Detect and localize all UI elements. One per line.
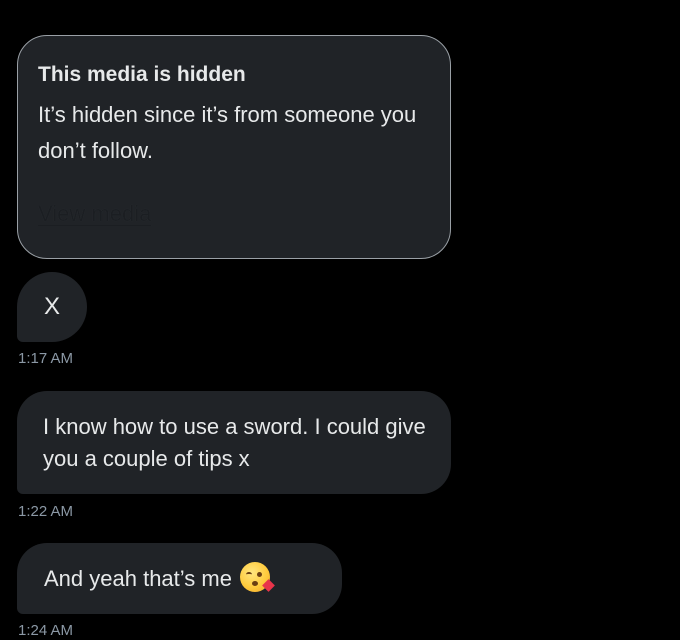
message-bubble[interactable]: And yeah that’s me [17,543,342,614]
hidden-media-description: It’s hidden since it’s from someone you … [38,102,417,163]
message-text: And yeah that’s me [44,566,232,591]
message-text: I know how to use a sword. I could give … [43,414,426,471]
kissing-face-with-heart-emoji-icon [239,562,275,592]
message-bubble[interactable]: X [17,272,87,342]
message-timestamp: 1:24 AM [18,622,74,639]
view-media-link[interactable]: View media [38,201,151,227]
message-timestamp: 1:17 AM [18,350,74,367]
message-text: X [43,293,60,320]
message-bubble[interactable]: I know how to use a sword. I could give … [17,391,451,494]
hidden-media-card: This media is hidden It’s hidden since i… [17,35,451,259]
hidden-media-title: This media is hidden [38,63,246,86]
message-timestamp: 1:22 AM [18,503,74,520]
